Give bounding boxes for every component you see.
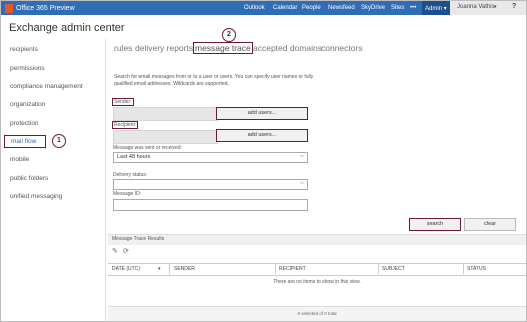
column-recipient[interactable]: RECIPIENT bbox=[279, 266, 306, 272]
sidebar-item-permissions[interactable]: permissions bbox=[10, 65, 45, 72]
nav-sites-label: Sites bbox=[391, 5, 405, 11]
user-menu-caret-icon: ▾ bbox=[494, 4, 497, 10]
sent-received-select[interactable]: Last 48 hours ⌵ bbox=[113, 152, 308, 163]
recipient-label: Recipient: bbox=[112, 121, 139, 129]
user-name: Joanna Vathis bbox=[457, 4, 495, 10]
nav-people-label: People bbox=[302, 5, 321, 11]
column-divider bbox=[275, 263, 276, 274]
delivery-status-label: Delivery status: bbox=[113, 172, 148, 178]
message-id-label: Message ID: bbox=[113, 191, 142, 197]
column-divider bbox=[463, 263, 464, 274]
nav-outlook-label: Outlook bbox=[244, 5, 265, 11]
nav-outlook[interactable]: Outlook bbox=[244, 1, 265, 15]
tab-message-trace[interactable]: message trace bbox=[193, 42, 253, 54]
more-dots-icon: ••• bbox=[410, 5, 417, 11]
column-divider bbox=[378, 263, 379, 274]
sent-received-label: Message was sent or received: bbox=[113, 145, 182, 151]
column-status[interactable]: STATUS bbox=[467, 266, 486, 272]
column-sender[interactable]: SENDER bbox=[174, 266, 195, 272]
column-subject[interactable]: SUBJECT bbox=[382, 266, 405, 272]
nav-newsfeed-label: Newsfeed bbox=[328, 5, 355, 11]
nav-skydrive[interactable]: SkyDrive bbox=[361, 1, 385, 15]
sort-indicator-icon: ▾ bbox=[158, 266, 161, 272]
nav-people[interactable]: People bbox=[302, 1, 321, 15]
callout-2: 2 bbox=[222, 28, 236, 42]
chevron-down-icon: ⌵ bbox=[300, 180, 304, 186]
nav-admin[interactable]: Admin ▾ bbox=[425, 1, 447, 15]
tab-delivery-reports[interactable]: delivery reports bbox=[135, 43, 193, 53]
sender-label: Sender: bbox=[112, 98, 134, 106]
search-description: Search for email messages from or to a u… bbox=[114, 74, 314, 87]
sidebar-item-public-folders[interactable]: public folders bbox=[10, 175, 48, 182]
nav-calendar[interactable]: Calendar bbox=[273, 1, 297, 15]
edit-icon[interactable]: ✎ bbox=[112, 247, 118, 255]
column-date[interactable]: DATE (UTC) bbox=[112, 266, 140, 272]
sidebar-item-compliance-management[interactable]: compliance management bbox=[10, 83, 83, 90]
tab-accepted-domains[interactable]: accepted domains bbox=[253, 43, 322, 53]
office365-brand[interactable]: Office 365 Preview bbox=[5, 3, 75, 13]
sidebar-item-mobile[interactable]: mobile bbox=[10, 156, 29, 163]
message-id-input[interactable] bbox=[113, 199, 308, 211]
add-recipient-users-button[interactable]: add users... bbox=[216, 129, 308, 142]
sidebar-item-mail-flow[interactable]: mail flow bbox=[4, 135, 46, 148]
page-title: Exchange admin center bbox=[9, 22, 125, 34]
sent-received-value: Last 48 hours bbox=[117, 154, 151, 160]
tab-connectors[interactable]: connectors bbox=[321, 43, 363, 53]
nav-newsfeed[interactable]: Newsfeed bbox=[328, 1, 355, 15]
nav-admin-label: Admin ▾ bbox=[425, 5, 447, 12]
selection-count: 0 selected of 0 total bbox=[297, 311, 337, 316]
sidebar-item-protection[interactable]: protection bbox=[10, 120, 39, 127]
search-button[interactable]: search bbox=[409, 218, 461, 231]
sidebar-item-recipients[interactable]: recipients bbox=[10, 46, 38, 53]
column-divider bbox=[169, 263, 170, 274]
clear-button[interactable]: clear bbox=[464, 218, 516, 231]
app-window: Office 365 Preview Outlook Calendar Peop… bbox=[0, 0, 527, 322]
refresh-icon[interactable]: ⟳ bbox=[123, 247, 129, 255]
help-icon[interactable]: ? bbox=[512, 3, 516, 10]
delivery-status-select[interactable]: ⌵ bbox=[113, 179, 308, 190]
add-sender-users-button[interactable]: add users... bbox=[216, 107, 308, 120]
sidebar-item-mail-flow-label: mail flow bbox=[11, 138, 37, 145]
nav-skydrive-label: SkyDrive bbox=[361, 5, 386, 11]
results-header bbox=[108, 234, 526, 245]
sender-field[interactable] bbox=[113, 107, 218, 121]
nav-more[interactable]: ••• bbox=[410, 1, 416, 15]
tab-rules[interactable]: rules bbox=[114, 43, 132, 53]
nav-sites[interactable]: Sites bbox=[391, 1, 404, 15]
office-logo-icon bbox=[5, 3, 13, 13]
callout-1: 1 bbox=[52, 134, 66, 148]
sidebar-item-organization[interactable]: organization bbox=[10, 101, 45, 108]
product-name: Office 365 Preview bbox=[16, 4, 75, 12]
empty-results-message: There are no items to show in this view. bbox=[273, 279, 361, 285]
chevron-down-icon: ⌵ bbox=[300, 153, 304, 159]
results-title: Message Trace Results bbox=[112, 236, 165, 242]
recipient-field[interactable] bbox=[113, 130, 218, 144]
sidebar-item-unified-messaging[interactable]: unified messaging bbox=[10, 193, 62, 200]
nav-calendar-label: Calendar bbox=[273, 5, 298, 11]
